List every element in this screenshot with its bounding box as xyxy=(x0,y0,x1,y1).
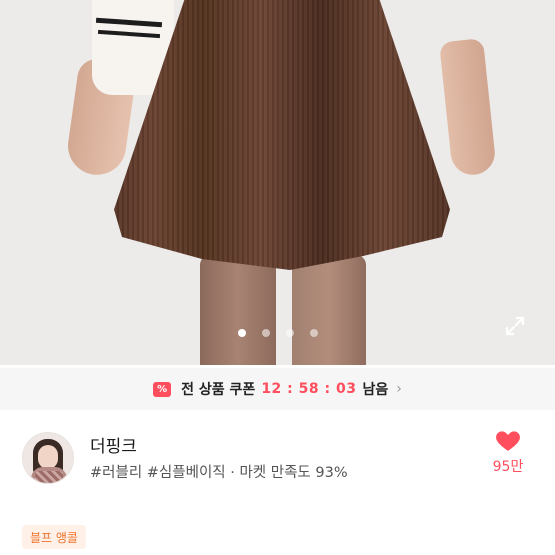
coupon-suffix: 남음 xyxy=(362,382,389,398)
model-leg-right xyxy=(292,255,366,365)
like-count: 95만 xyxy=(492,459,524,475)
seller-info: 더핑크 #러블리 #심플베이직 · 마켓 만족도 93% 95만 xyxy=(0,410,555,505)
seller-tags: #러블리 #심플베이직 · 마켓 만족도 93% xyxy=(90,465,348,481)
heart-icon xyxy=(496,431,520,451)
expand-icon[interactable] xyxy=(500,311,530,341)
pagination-dot[interactable] xyxy=(261,329,270,337)
pagination-dot[interactable] xyxy=(309,329,318,337)
seller-avatar[interactable] xyxy=(22,432,74,484)
seller-name[interactable]: 더핑크 xyxy=(90,432,137,457)
product-image[interactable] xyxy=(0,0,555,365)
event-tag-chip: 블프 앵콜 xyxy=(22,525,86,549)
coupon-icon: % xyxy=(153,381,172,397)
coupon-label: 전 상품 쿠폰 xyxy=(181,382,256,398)
gallery-pagination[interactable] xyxy=(0,329,555,337)
coupon-countdown: 12 : 58 : 03 xyxy=(261,381,357,397)
pagination-dot[interactable] xyxy=(285,329,294,337)
chevron-right-icon: › xyxy=(396,381,402,397)
model-arm-right xyxy=(439,38,497,177)
pagination-dot-active[interactable] xyxy=(237,329,246,337)
like-button[interactable]: 95만 xyxy=(483,428,533,476)
coupon-countdown-bar[interactable]: % 전 상품 쿠폰 12 : 58 : 03 남음 › xyxy=(0,368,555,410)
model-leg-left xyxy=(200,255,276,365)
